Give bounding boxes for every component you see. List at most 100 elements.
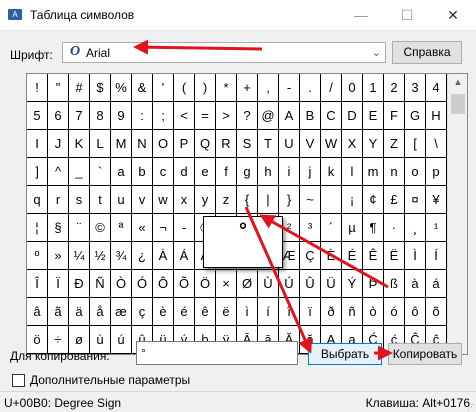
char-cell[interactable]: ¦ xyxy=(27,214,48,242)
char-cell[interactable]: Û xyxy=(300,270,321,298)
char-cell[interactable]: v xyxy=(132,186,153,214)
char-cell[interactable]: ¬ xyxy=(153,214,174,242)
char-cell[interactable]: à xyxy=(405,270,426,298)
char-cell[interactable]: 1 xyxy=(363,74,384,102)
char-cell[interactable]: Í xyxy=(426,242,447,270)
char-cell[interactable]: ¹ xyxy=(426,214,447,242)
char-cell[interactable]: ã xyxy=(48,298,69,326)
char-cell[interactable]: ½ xyxy=(90,242,111,270)
char-cell[interactable]: > xyxy=(216,102,237,130)
char-cell[interactable]: @ xyxy=(258,102,279,130)
font-dropdown[interactable]: O Arial ⌄ xyxy=(62,42,386,63)
char-cell[interactable]: Ë xyxy=(384,242,405,270)
char-cell[interactable]: c xyxy=(153,158,174,186)
char-cell[interactable]: T xyxy=(258,130,279,158)
char-cell[interactable]: 0 xyxy=(342,74,363,102)
char-cell[interactable]: Ø xyxy=(237,270,258,298)
char-cell[interactable]: & xyxy=(132,74,153,102)
char-cell[interactable]: Ô xyxy=(153,270,174,298)
char-cell[interactable]: Ó xyxy=(132,270,153,298)
char-cell[interactable]: ' xyxy=(153,74,174,102)
char-cell[interactable]: a xyxy=(111,158,132,186)
char-cell[interactable]: « xyxy=(132,214,153,242)
select-button[interactable]: Выбрать xyxy=(308,343,382,365)
char-cell[interactable]: % xyxy=(111,74,132,102)
char-cell[interactable]: y xyxy=(195,186,216,214)
char-cell[interactable]: 6 xyxy=(48,102,69,130)
help-button[interactable]: Справка xyxy=(392,41,462,64)
char-cell[interactable]: D xyxy=(342,102,363,130)
char-cell[interactable]: O xyxy=(153,130,174,158)
character-grid[interactable]: ! " # $% & '() * +, -./0 1 2 3 4 5 6 7 8 9:; < = >? @ A B C D E F G H… xyxy=(27,74,447,354)
char-cell[interactable]: æ xyxy=(111,298,132,326)
char-cell[interactable]: t xyxy=(90,186,111,214)
char-cell[interactable]: · xyxy=(384,214,405,242)
char-cell[interactable]: ! xyxy=(27,74,48,102)
char-cell[interactable]: + xyxy=(237,74,258,102)
char-cell[interactable]: ó xyxy=(384,298,405,326)
char-cell[interactable]: V xyxy=(300,130,321,158)
char-cell[interactable]: Q xyxy=(195,130,216,158)
char-cell[interactable]: \ xyxy=(426,130,447,158)
char-cell[interactable]: É xyxy=(342,242,363,270)
char-cell[interactable] xyxy=(321,186,342,214)
char-cell[interactable]: â xyxy=(27,298,48,326)
char-cell[interactable]: ¼ xyxy=(69,242,90,270)
char-cell[interactable]: u xyxy=(111,186,132,214)
char-cell[interactable]: p xyxy=(426,158,447,186)
char-cell[interactable]: 2 xyxy=(384,74,405,102)
char-cell[interactable]: : xyxy=(132,102,153,130)
char-cell[interactable]: ¤ xyxy=(405,186,426,214)
char-cell[interactable]: µ xyxy=(342,214,363,242)
char-cell[interactable]: - xyxy=(174,214,195,242)
char-cell[interactable]: Ý xyxy=(342,270,363,298)
char-cell[interactable]: È xyxy=(321,242,342,270)
char-cell[interactable]: ñ xyxy=(342,298,363,326)
char-cell[interactable]: 7 xyxy=(69,102,90,130)
char-cell[interactable]: Î xyxy=(27,270,48,298)
char-cell[interactable]: M xyxy=(111,130,132,158)
char-cell[interactable]: , xyxy=(258,74,279,102)
char-cell[interactable]: | xyxy=(258,186,279,214)
char-cell[interactable]: Y xyxy=(363,130,384,158)
char-cell[interactable]: $ xyxy=(90,74,111,102)
char-cell[interactable]: J xyxy=(48,130,69,158)
char-cell[interactable]: f xyxy=(216,158,237,186)
char-cell[interactable]: B xyxy=(300,102,321,130)
char-cell[interactable]: Þ xyxy=(363,270,384,298)
char-cell[interactable]: { xyxy=(237,186,258,214)
resize-grip-icon[interactable]: ⋰ xyxy=(467,403,475,412)
char-cell[interactable]: e xyxy=(195,158,216,186)
char-cell[interactable]: î xyxy=(279,298,300,326)
char-cell[interactable]: Á xyxy=(174,242,195,270)
char-cell[interactable]: » xyxy=(48,242,69,270)
char-cell[interactable]: Ï xyxy=(48,270,69,298)
char-cell[interactable]: Ü xyxy=(321,270,342,298)
char-cell[interactable]: P xyxy=(174,130,195,158)
char-cell[interactable]: 8 xyxy=(90,102,111,130)
char-cell[interactable]: ³ xyxy=(300,214,321,242)
char-cell[interactable]: ¿ xyxy=(132,242,153,270)
char-cell[interactable]: ] xyxy=(27,158,48,186)
char-cell[interactable]: 3 xyxy=(405,74,426,102)
char-cell[interactable]: E xyxy=(363,102,384,130)
advanced-options-checkbox[interactable] xyxy=(12,374,25,387)
char-cell[interactable]: k xyxy=(321,158,342,186)
char-cell[interactable]: ì xyxy=(237,298,258,326)
char-cell[interactable]: ¶ xyxy=(363,214,384,242)
char-cell[interactable]: ä xyxy=(69,298,90,326)
char-cell[interactable]: U xyxy=(279,130,300,158)
char-cell[interactable]: K xyxy=(69,130,90,158)
char-cell[interactable]: ð xyxy=(321,298,342,326)
char-cell[interactable]: L xyxy=(90,130,111,158)
maximize-button[interactable]: ☐ xyxy=(384,0,430,30)
char-cell[interactable]: ^ xyxy=(48,158,69,186)
char-cell[interactable]: i xyxy=(279,158,300,186)
char-cell[interactable]: m xyxy=(363,158,384,186)
char-cell[interactable]: ¸ xyxy=(405,214,426,242)
char-cell[interactable]: Ð xyxy=(69,270,90,298)
char-cell[interactable]: 9 xyxy=(111,102,132,130)
char-cell[interactable]: ? xyxy=(237,102,258,130)
char-cell[interactable]: Ù xyxy=(258,270,279,298)
char-cell[interactable]: b xyxy=(132,158,153,186)
